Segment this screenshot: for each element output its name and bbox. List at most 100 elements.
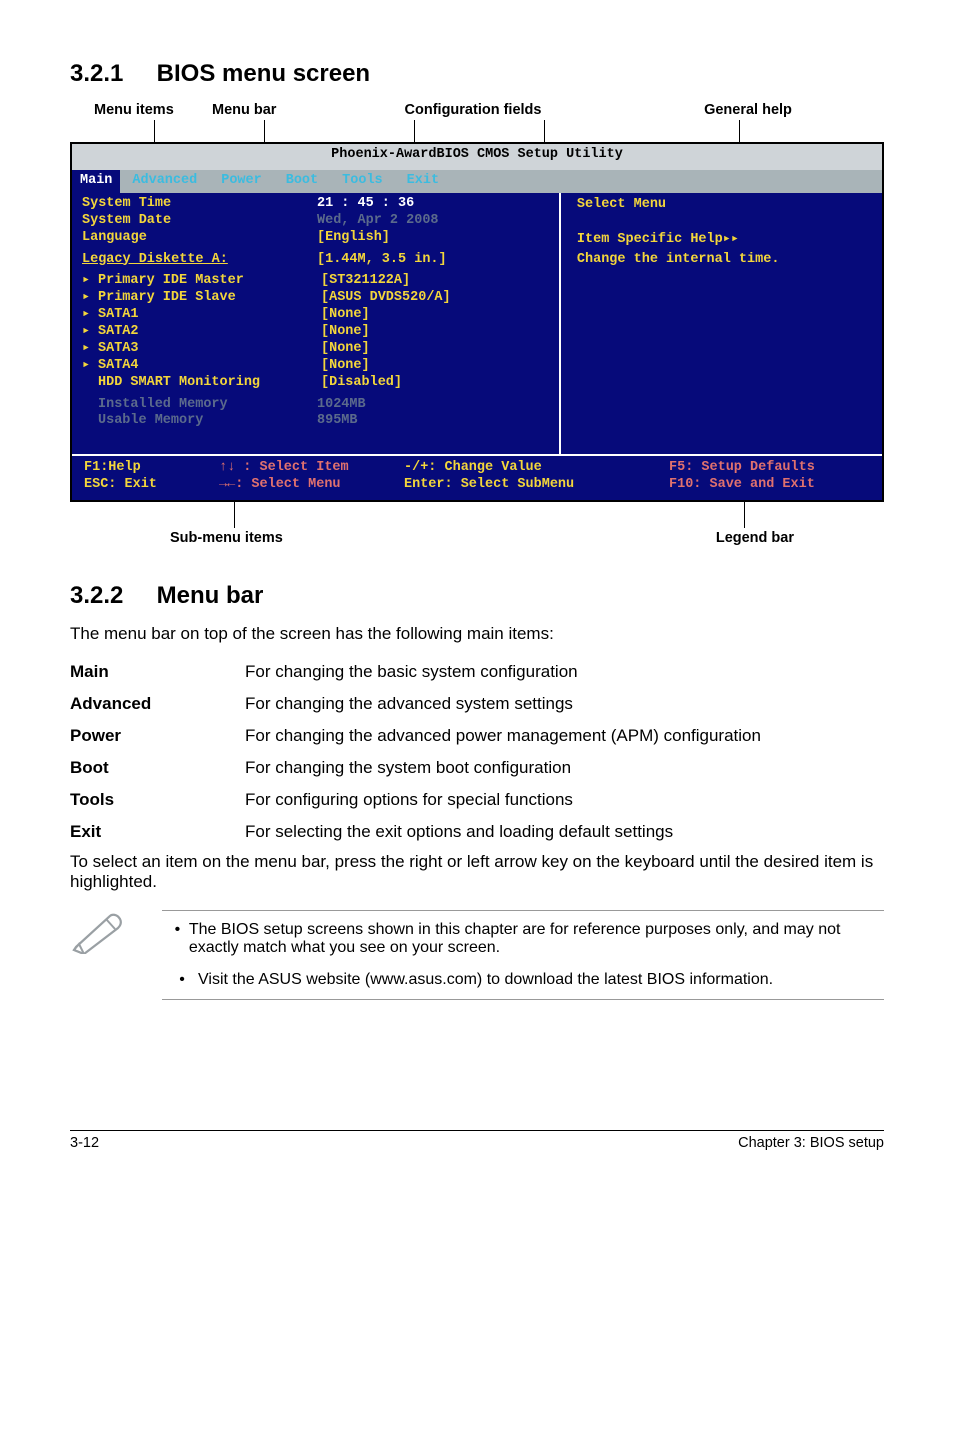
menu-desc: For changing the basic system configurat…	[245, 656, 884, 688]
callout-submenu: Sub-menu items	[70, 530, 350, 546]
submenu-label: Primary IDE Slave	[98, 290, 236, 305]
submenu-label: Primary IDE Master	[98, 273, 244, 288]
legend-f1: F1:Help	[84, 460, 219, 477]
submenu-label: HDD SMART Monitoring	[98, 375, 260, 390]
table-row: BootFor changing the system boot configu…	[70, 752, 884, 784]
help-title: Select Menu	[577, 197, 872, 214]
submenu-indicator-icon: ▸	[82, 307, 98, 324]
callout-menu-items: Menu items	[94, 102, 212, 118]
menu-key: Boot	[70, 752, 245, 784]
info-label: Usable Memory	[72, 413, 317, 430]
field-value: Wed, Apr 2 2008	[317, 213, 439, 230]
tab-boot[interactable]: Boot	[274, 170, 330, 193]
legend-select-item: ↑↓ : Select Item	[219, 460, 404, 477]
legend-f10: F10: Save and Exit	[669, 477, 872, 494]
menu-desc: For configuring options for special func…	[245, 784, 884, 816]
tab-tools[interactable]: Tools	[330, 170, 395, 193]
bios-left-panel: System Time 21 : 45 : 36 System Date Wed…	[72, 193, 559, 454]
field-value: [1.44M, 3.5 in.]	[317, 252, 447, 269]
help-specific: Item Specific Help▸▸	[577, 232, 872, 249]
menu-key: Advanced	[70, 688, 245, 720]
submenu-value: [Disabled]	[317, 375, 402, 392]
legend-f5: F5: Setup Defaults	[669, 460, 872, 477]
menu-desc: For changing the system boot configurati…	[245, 752, 884, 784]
field-value: 21 : 45 : 36	[317, 196, 414, 213]
info-row: Usable Memory 895MB	[72, 413, 559, 430]
field-label: System Date	[72, 213, 317, 230]
tab-advanced[interactable]: Advanced	[120, 170, 209, 193]
tab-main[interactable]: Main	[72, 170, 120, 193]
menu-key: Main	[70, 656, 245, 688]
menu-key: Power	[70, 720, 245, 752]
table-row: ToolsFor configuring options for special…	[70, 784, 884, 816]
field-row[interactable]: System Time 21 : 45 : 36	[72, 196, 559, 213]
menu-desc: For changing the advanced system setting…	[245, 688, 884, 720]
submenu-indicator-icon: ▸	[82, 290, 98, 307]
field-label: Language	[72, 230, 317, 247]
submenu-indicator-icon: ▸	[82, 324, 98, 341]
field-row[interactable]: Legacy Diskette A: [1.44M, 3.5 in.]	[72, 252, 559, 269]
callout-config-fields: Configuration fields	[334, 102, 612, 118]
table-row: MainFor changing the basic system config…	[70, 656, 884, 688]
table-row: AdvancedFor changing the advanced system…	[70, 688, 884, 720]
bios-help-panel: Select Menu Item Specific Help▸▸ Change …	[559, 193, 882, 454]
callouts-bottom: Sub-menu items Legend bar	[70, 530, 884, 546]
notes-block: •The BIOS setup screens shown in this ch…	[70, 910, 884, 1000]
field-row[interactable]: System Date Wed, Apr 2 2008	[72, 213, 559, 230]
help-body: Change the internal time.	[577, 252, 872, 269]
submenu-row[interactable]: HDD SMART Monitoring [Disabled]	[72, 375, 559, 392]
field-label: Legacy Diskette A:	[72, 252, 317, 269]
submenu-indicator-icon: ▸	[82, 358, 98, 375]
submenu-row[interactable]: ▸SATA2 [None]	[72, 324, 559, 341]
menu-bar-table: MainFor changing the basic system config…	[70, 656, 884, 848]
after-table-text: To select an item on the menu bar, press…	[70, 852, 884, 892]
table-row: ExitFor selecting the exit options and l…	[70, 816, 884, 848]
page-number: 3-12	[70, 1135, 738, 1151]
submenu-label: SATA3	[98, 341, 139, 356]
section-number: 3.2.2	[70, 582, 150, 610]
field-row[interactable]: Language [English]	[72, 230, 559, 247]
section-title: Menu bar	[157, 582, 264, 609]
submenu-row[interactable]: ▸SATA1 [None]	[72, 307, 559, 324]
legend-select-submenu: Enter: Select SubMenu	[404, 477, 669, 494]
section-heading: 3.2.1 BIOS menu screen	[70, 60, 884, 88]
submenu-value: [None]	[317, 307, 370, 324]
submenu-indicator-icon: ▸	[82, 273, 98, 290]
bios-screen: Phoenix-AwardBIOS CMOS Setup Utility Mai…	[70, 142, 884, 502]
submenu-value: [None]	[317, 324, 370, 341]
info-label: Installed Memory	[72, 397, 317, 414]
page-footer: 3-12 Chapter 3: BIOS setup	[70, 1130, 884, 1151]
submenu-value: [ASUS DVDS520/A]	[317, 290, 451, 307]
bios-legend-bar: F1:Help ESC: Exit ↑↓ : Select Item →←: S…	[72, 454, 882, 500]
legend-esc: ESC: Exit	[84, 477, 219, 494]
submenu-row[interactable]: ▸SATA3 [None]	[72, 341, 559, 358]
tab-exit[interactable]: Exit	[395, 170, 451, 193]
submenu-label: SATA4	[98, 358, 139, 373]
info-row: Installed Memory 1024MB	[72, 397, 559, 414]
callouts-top: Menu items Menu bar Configuration fields…	[70, 102, 884, 118]
submenu-row[interactable]: ▸Primary IDE Master [ST321122A]	[72, 273, 559, 290]
field-label: System Time	[72, 196, 317, 213]
submenu-row[interactable]: ▸Primary IDE Slave [ASUS DVDS520/A]	[72, 290, 559, 307]
submenu-label: SATA2	[98, 324, 139, 339]
field-value: [English]	[317, 230, 390, 247]
note-text: Visit the ASUS website (www.asus.com) to…	[198, 971, 773, 989]
bios-title: Phoenix-AwardBIOS CMOS Setup Utility	[72, 144, 882, 170]
info-value: 895MB	[317, 413, 358, 430]
table-row: PowerFor changing the advanced power man…	[70, 720, 884, 752]
intro-text: The menu bar on top of the screen has th…	[70, 624, 884, 644]
callout-ticks-top	[94, 120, 884, 142]
submenu-value: [ST321122A]	[317, 273, 410, 290]
submenu-value: [None]	[317, 358, 370, 375]
menu-desc: For selecting the exit options and loadi…	[245, 816, 884, 848]
legend-change-value: -/+: Change Value	[404, 460, 669, 477]
note-item: •Visit the ASUS website (www.asus.com) t…	[166, 971, 880, 989]
note-item: •The BIOS setup screens shown in this ch…	[166, 921, 880, 957]
chapter-label: Chapter 3: BIOS setup	[738, 1135, 884, 1151]
tab-power[interactable]: Power	[209, 170, 274, 193]
section-number: 3.2.1	[70, 60, 150, 88]
info-value: 1024MB	[317, 397, 366, 414]
callout-general-help: General help	[612, 102, 884, 118]
submenu-value: [None]	[317, 341, 370, 358]
submenu-row[interactable]: ▸SATA4 [None]	[72, 358, 559, 375]
